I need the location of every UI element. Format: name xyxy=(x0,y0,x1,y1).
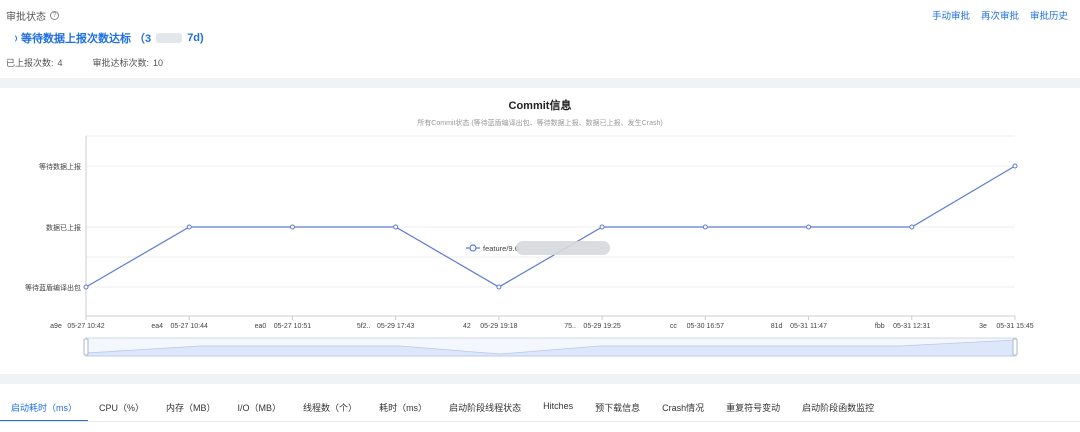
data-point xyxy=(599,224,605,230)
x-tick-label: 05-27 10:44 xyxy=(171,323,208,330)
target-count-label: 审批达标次数: xyxy=(92,58,150,68)
tab-5[interactable]: 耗时（ms） xyxy=(368,396,438,422)
help-icon[interactable]: ? xyxy=(50,11,59,20)
report-counts: 已上报次数: 4 审批达标次数: 10 xyxy=(6,56,163,69)
x-commit-id: fbb xyxy=(875,323,885,330)
tab-2[interactable]: 内存（MB） xyxy=(155,396,227,422)
tab-4[interactable]: 线程数（个） xyxy=(292,396,368,422)
commit-chart-card: 等待蓝盾编译出包 数据已上报 等待数据上报 05-27 10:42 a9e 05-27 1… xyxy=(0,88,1080,374)
reapprove-link[interactable]: 再次审批 xyxy=(981,8,1019,22)
x-commit-id: 5f2.. xyxy=(357,323,371,330)
x-commit-id: 81d xyxy=(771,323,783,330)
redacted-block xyxy=(516,241,610,255)
pending-status-suffix: 7d) xyxy=(187,32,204,44)
tab-9[interactable]: Crash情况 xyxy=(651,396,715,422)
data-point xyxy=(1012,163,1018,169)
y-tick-label: 等待蓝盾编译出包 xyxy=(25,283,81,292)
x-tick-label: 05-29 19:25 xyxy=(583,323,620,330)
x-tick-label: 05-31 11:47 xyxy=(790,323,827,330)
target-count-value: 10 xyxy=(153,58,164,68)
x-tick-label: 05-31 12:31 xyxy=(893,323,930,330)
tabs-divider xyxy=(0,421,1080,422)
manual-approve-link[interactable]: 手动审批 xyxy=(932,8,970,22)
tab-6[interactable]: 启动阶段线程状态 xyxy=(438,396,532,422)
reported-count: 已上报次数: 4 xyxy=(6,56,63,69)
data-point xyxy=(393,224,399,230)
y-tick-label: 等待数据上报 xyxy=(39,162,81,171)
x-commit-id: a9e xyxy=(50,323,62,330)
data-point xyxy=(909,224,915,230)
x-tick-label: 05-27 10:51 xyxy=(274,323,311,330)
metrics-tabs: 启动耗时（ms） CPU（%） 内存（MB） I/O（MB） 线程数（个） 耗时（ms）启… xyxy=(0,396,885,422)
data-point xyxy=(83,284,89,290)
data-point xyxy=(289,224,295,230)
data-point xyxy=(186,224,192,230)
x-tick-label: 05-31 15:45 xyxy=(996,323,1033,330)
data-point xyxy=(496,284,502,290)
x-commit-id: 3e xyxy=(979,323,987,330)
data-point xyxy=(806,224,812,230)
reported-count-label: 已上报次数: xyxy=(6,58,54,68)
pending-status: 等待数据上报次数达标 （3 7d) xyxy=(8,30,204,46)
approval-history-link[interactable]: 审批历史 xyxy=(1030,8,1068,22)
x-tick-label: 05-29 19:18 xyxy=(480,323,517,330)
reported-count-value: 4 xyxy=(57,58,63,68)
tab-1[interactable]: CPU（%） xyxy=(88,396,155,422)
pending-status-prefix: 等待数据上报次数达标 （3 xyxy=(21,33,152,45)
approval-status-text: 审批状态 xyxy=(6,12,46,23)
loading-spinner-icon xyxy=(8,33,17,43)
commit-chart: 等待蓝盾编译出包 数据已上报 等待数据上报 05-27 10:42 a9e 05-27 1… xyxy=(25,135,1034,357)
tooltip-marker-icon xyxy=(469,244,477,252)
tab-3[interactable]: I/O（MB） xyxy=(227,396,293,422)
tab-7[interactable]: Hitches xyxy=(532,396,584,422)
approval-actions: 手动审批 再次审批 审批历史 xyxy=(932,8,1068,22)
x-commit-id: 75.. xyxy=(564,323,576,330)
redacted-block xyxy=(156,33,183,43)
x-tick-label: 05-29 17:43 xyxy=(377,323,414,330)
chart-subtitle: 所有Commit状态 (等待蓝盾编译出包、等待数据上报、数据已上报、发生Cras… xyxy=(417,120,663,127)
zoom-handle-right[interactable] xyxy=(1012,338,1018,356)
metrics-tabs-panel: 启动耗时（ms） CPU（%） 内存（MB） I/O（MB） 线程数（个） 耗时（ms）启… xyxy=(0,384,1080,432)
tab-8[interactable]: 预下载信息 xyxy=(584,396,651,422)
y-tick-label: 数据已上报 xyxy=(46,223,81,232)
x-commit-id: 42 xyxy=(463,323,471,330)
approval-panel: 审批状态 ? 手动审批 再次审批 审批历史 等待数据上报次数达标 （3 7d) … xyxy=(0,0,1080,78)
tab-11[interactable]: 启动阶段函数监控 xyxy=(791,396,885,422)
target-count: 审批达标次数: 10 xyxy=(93,56,164,69)
tooltip-text: feature/9.6 xyxy=(483,244,519,253)
tab-0[interactable]: 启动耗时（ms） xyxy=(0,396,88,422)
x-commit-id: ea0 xyxy=(255,323,267,330)
x-commit-id: ea4 xyxy=(151,323,163,330)
x-tick-label: 05-27 10:42 xyxy=(67,323,104,330)
x-commit-id: cc xyxy=(670,323,678,330)
approval-status-label: 审批状态 ? xyxy=(6,8,59,23)
chart-title: Commit信息 xyxy=(508,100,572,112)
x-tick-label: 05-30 16:57 xyxy=(687,323,724,330)
zoom-handle-left[interactable] xyxy=(83,338,89,356)
tab-10[interactable]: 重复符号变动 xyxy=(715,396,791,422)
data-point xyxy=(702,224,708,230)
